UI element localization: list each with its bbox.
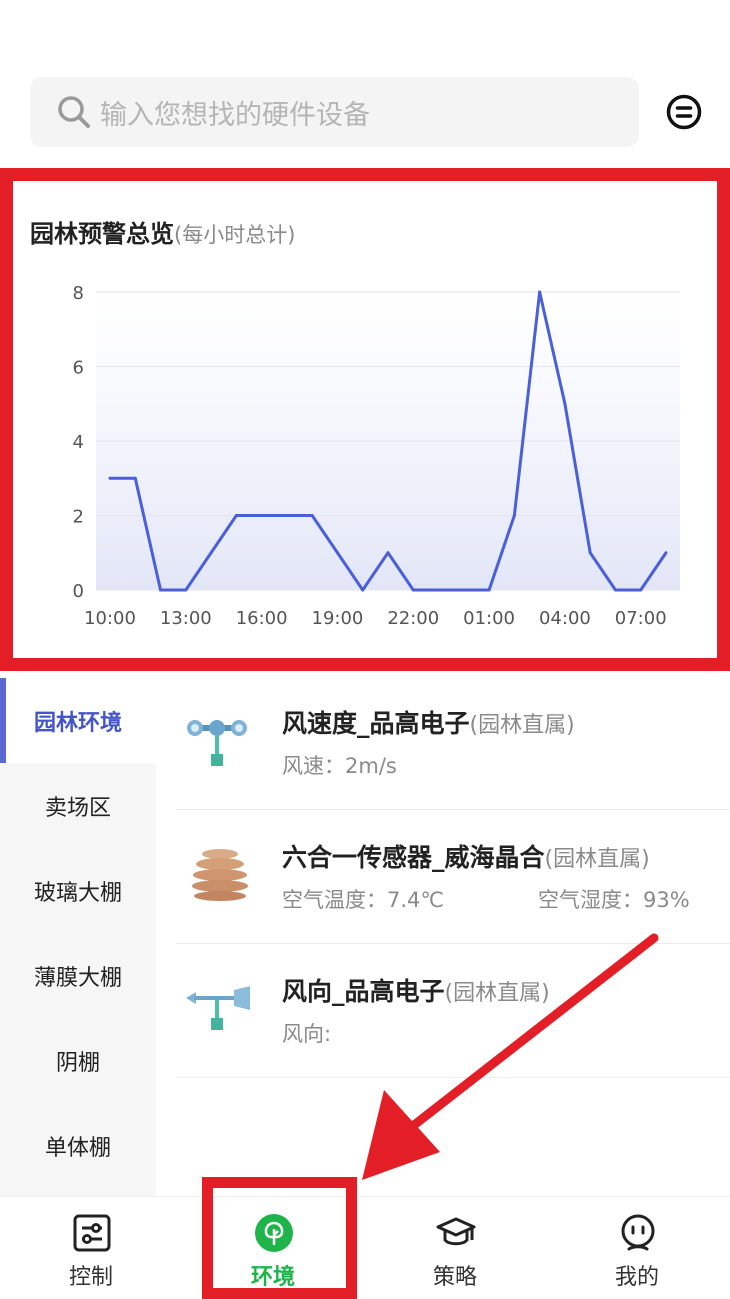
chart-title-text: 园林预警总览 [30, 220, 174, 248]
data-point [159, 588, 163, 592]
data-point [234, 514, 238, 517]
six-in-one-sensor-icon [192, 849, 248, 901]
search-icon [58, 96, 90, 128]
device-name: 风速度_品高电子(园林直属) [282, 709, 575, 738]
filter-menu-icon[interactable] [666, 94, 702, 130]
sidebar-item-single-greenhouse[interactable]: 单体棚 [0, 1103, 156, 1188]
device-reading: 风向: [282, 1022, 332, 1046]
nav-label: 策略 [432, 1265, 477, 1290]
nav-item-mine[interactable]: 我的 [546, 1197, 728, 1299]
tree-icon [255, 1214, 293, 1252]
nav-item-control[interactable]: 控制 [0, 1197, 182, 1299]
device-item[interactable]: 风向_品高电子(园林直属) 风向: [176, 944, 730, 1078]
data-point [538, 290, 542, 294]
data-point [335, 551, 339, 555]
data-point [462, 588, 466, 592]
sidebar-item-glass-greenhouse[interactable]: 玻璃大棚 [0, 848, 156, 933]
data-point [108, 476, 112, 480]
data-point [613, 588, 617, 592]
data-point [386, 551, 390, 555]
data-point [260, 514, 264, 517]
device-item[interactable]: 风速度_品高电子(园林直属) 风速：2m/s [176, 676, 730, 810]
x-tick-label: 13:00 [160, 608, 212, 629]
graduation-cap-icon [436, 1217, 476, 1246]
x-tick-label: 10:00 [84, 608, 136, 629]
data-point [310, 514, 314, 517]
smiley-icon [621, 1214, 655, 1251]
y-tick-label: 2 [73, 507, 84, 528]
x-tick-label: 04:00 [539, 608, 591, 629]
sidebar-item-shade-house[interactable]: 阴棚 [0, 1018, 156, 1103]
data-point [639, 588, 643, 592]
bottom-nav: 控制 环境 策略 我的 [0, 1196, 730, 1299]
search-bar[interactable]: 输入您想找的硬件设备 [30, 77, 639, 147]
nav-label: 我的 [614, 1265, 659, 1290]
data-point [664, 551, 668, 555]
nav-item-environment[interactable]: 环境 [182, 1197, 364, 1299]
x-tick-label: 19:00 [312, 608, 364, 629]
data-point [588, 551, 592, 555]
device-reading: 风速：2m/s [282, 754, 397, 778]
category-sidebar: 园林环境 卖场区 玻璃大棚 薄膜大棚 阴棚 单体棚 [0, 678, 156, 1198]
nav-label: 控制 [68, 1265, 113, 1290]
sidebar-item-film-greenhouse[interactable]: 薄膜大棚 [0, 933, 156, 1018]
sidebar-item-sales-area[interactable]: 卖场区 [0, 763, 156, 848]
data-point [563, 402, 567, 406]
x-tick-label: 01:00 [463, 608, 515, 629]
data-point [437, 588, 441, 592]
device-owner: (园林直属) [469, 713, 575, 738]
x-tick-label: 16:00 [236, 608, 288, 629]
chart-title: 园林预警总览(每小时总计) [30, 214, 295, 249]
data-point [209, 551, 213, 555]
device-owner: (园林直属) [444, 981, 550, 1006]
y-tick-label: 0 [73, 581, 84, 602]
device-item[interactable]: 六合一传感器_威海晶合(园林直属) 空气温度：7.4℃ 空气湿度：93% [176, 810, 730, 944]
device-name: 风向_品高电子(园林直属) [282, 977, 550, 1006]
y-tick-label: 6 [73, 358, 84, 379]
sidebar-item-garden-env[interactable]: 园林环境 [0, 678, 156, 763]
device-reading-humidity: 空气湿度：93% [538, 888, 690, 912]
sliders-icon [73, 1214, 111, 1252]
data-point [487, 588, 491, 592]
x-tick-label: 22:00 [387, 608, 439, 629]
search-input[interactable]: 输入您想找的硬件设备 [100, 93, 370, 132]
data-point [133, 476, 137, 480]
data-point [411, 588, 415, 592]
device-owner: (园林直属) [544, 847, 650, 872]
chart-subtitle: (每小时总计) [174, 223, 296, 247]
data-point [361, 588, 365, 592]
y-tick-label: 8 [73, 283, 84, 304]
wind-vane-icon [186, 986, 250, 1030]
nav-label: 环境 [250, 1265, 295, 1290]
x-tick-label: 07:00 [615, 608, 667, 629]
data-point [184, 588, 188, 592]
data-point [512, 514, 516, 517]
alert-line-chart: 0 2 4 6 8 10:00 13:00 16:00 19:00 22:00 01:00 04:00… [73, 283, 680, 629]
device-name: 六合一传感器_威海晶合(园林直属) [282, 843, 650, 872]
device-reading-temperature: 空气温度：7.4℃ [282, 888, 444, 912]
data-point [285, 514, 289, 517]
anemometer-icon [187, 720, 247, 766]
y-tick-label: 4 [73, 432, 84, 453]
nav-item-strategy[interactable]: 策略 [364, 1197, 546, 1299]
